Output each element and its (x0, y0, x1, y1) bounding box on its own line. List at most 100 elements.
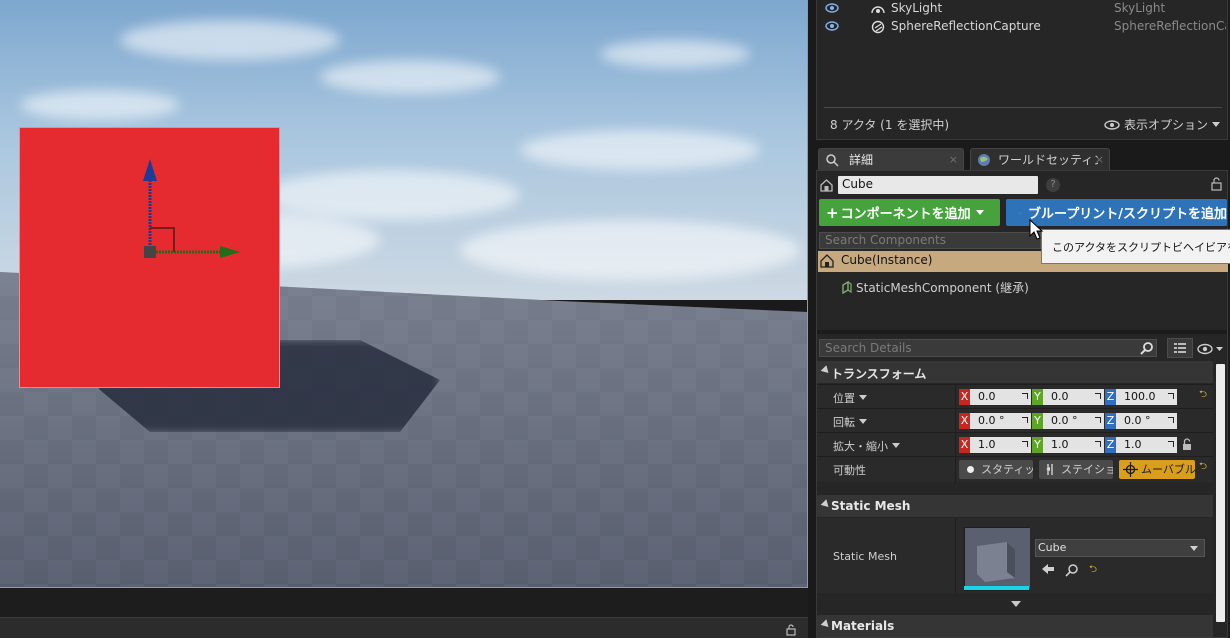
location-x-value[interactable]: 0.0 (970, 389, 1031, 405)
outliner-actor-type: SphereReflectionCapture (1114, 19, 1226, 33)
chevron-down-icon (859, 395, 867, 400)
static-mesh-thumbnail[interactable] (964, 527, 1030, 591)
outliner-actor-type: SkyLight (1114, 1, 1166, 15)
tab-close-icon[interactable]: × (949, 153, 958, 166)
tab-close-icon[interactable]: × (1095, 153, 1104, 166)
asset-tools: ⮌ (1041, 563, 1097, 577)
use-selected-arrow-icon[interactable] (1041, 563, 1055, 575)
rotation-z-field[interactable]: Z 0.0 ° (1105, 413, 1177, 429)
property-matrix-button[interactable] (1167, 338, 1193, 358)
visibility-eye-icon[interactable] (825, 21, 839, 31)
splitter[interactable] (817, 330, 1227, 334)
reset-to-default-icon[interactable]: ⮌ (1199, 390, 1209, 400)
scale-x-field[interactable]: X 1.0 (959, 437, 1031, 453)
translate-gizmo[interactable] (130, 155, 250, 265)
gizmo-center (144, 246, 156, 258)
property-scale: 拡大・縮小 X 1.0 Y 1.0 Z 1.0 (817, 432, 1213, 457)
axis-x-label: X (959, 389, 970, 405)
chevron-down-icon (1212, 121, 1220, 127)
category-static-mesh[interactable]: Static Mesh (817, 495, 1213, 517)
rotation-dropdown[interactable]: 回転 (833, 414, 867, 430)
details-panel: Cube ? + コンポーネントを追加 ブループリント/スクリプトを追加 Sea (816, 170, 1230, 638)
details-scrollbar[interactable] (1216, 364, 1225, 622)
location-x-field[interactable]: X 0.0 (959, 389, 1031, 405)
visibility-eye-icon[interactable] (825, 3, 839, 13)
location-z-value[interactable]: 100.0 (1116, 389, 1177, 405)
help-icon[interactable]: ? (1046, 178, 1060, 192)
reset-to-default-icon[interactable]: ⮌ (1199, 462, 1209, 472)
category-transform[interactable]: トランスフォーム (817, 361, 1213, 383)
rotation-y-field[interactable]: Y 0.0 ° (1032, 413, 1104, 429)
tab-world-settings[interactable]: ワールドセッティング × (970, 148, 1110, 170)
mobility-stationary-button[interactable]: ステイショナリー (1039, 460, 1113, 479)
level-viewport[interactable] (0, 0, 808, 588)
static-icon (967, 466, 974, 473)
plus-icon: + (826, 203, 839, 222)
rotation-x-field[interactable]: X 0.0 ° (959, 413, 1031, 429)
visibility-filter-dropdown[interactable] (1197, 342, 1225, 356)
location-dropdown[interactable]: 位置 (833, 390, 867, 406)
add-component-button[interactable]: + コンポーネントを追加 (819, 199, 1000, 226)
axis-x-label: X (959, 437, 970, 453)
reflection-capture-icon (871, 20, 885, 34)
search-components-input[interactable]: Search Components (819, 232, 1041, 249)
reset-to-default-icon[interactable]: ⮌ (1089, 563, 1097, 577)
location-z-field[interactable]: Z 100.0 (1105, 389, 1177, 405)
add-component-label: コンポーネントを追加 (840, 207, 971, 222)
collapse-arrow-icon (820, 365, 832, 376)
scale-dropdown[interactable]: 拡大・縮小 (833, 438, 900, 454)
scale-x-value[interactable]: 1.0 (970, 437, 1031, 453)
axis-z-label: Z (1105, 389, 1116, 405)
view-options-label: 表示オプション (1123, 118, 1208, 132)
view-options-dropdown[interactable]: 表示オプション (1104, 116, 1220, 133)
property-location: 位置 X 0.0 Y 0.0 Z 100.0 ⮌ (817, 384, 1213, 409)
movable-icon (1123, 462, 1138, 477)
bottom-panel-tabstrip (0, 617, 808, 638)
outliner-footer: 8 アクタ (1 を選択中) 表示オプション (824, 107, 1222, 137)
location-y-value[interactable]: 0.0 (1043, 389, 1104, 405)
search-details-input[interactable]: Search Details (819, 339, 1157, 357)
location-y-field[interactable]: Y 0.0 (1032, 389, 1104, 405)
rotation-z-value[interactable]: 0.0 ° (1116, 413, 1177, 429)
actor-name-input[interactable]: Cube (838, 176, 1038, 194)
static-mesh-label: Static Mesh (833, 550, 897, 563)
mobility-static-button[interactable]: スタティック (959, 460, 1033, 479)
actor-name-row: Cube ? (817, 173, 1227, 197)
mobility-stationary-label: ステイショナリー (1061, 463, 1113, 476)
scale-z-field[interactable]: Z 1.0 (1105, 437, 1177, 453)
details-tabbar: 詳細 × ワールドセッティング × (816, 146, 1228, 170)
chevron-down-icon (859, 419, 867, 424)
lock-icon[interactable] (1211, 177, 1223, 191)
outliner-row[interactable]: SkyLight SkyLight (817, 0, 1227, 18)
browse-search-icon[interactable] (1065, 563, 1079, 577)
lock-scale-icon[interactable] (1182, 438, 1192, 451)
blueprint-script-label: ブループリント/スクリプトを追加 (1028, 207, 1227, 222)
details-search-icon (826, 153, 839, 167)
static-mesh-asset-combo[interactable]: Cube (1035, 539, 1205, 557)
axis-y-label: Y (1032, 413, 1043, 429)
axis-z-label: Z (1105, 437, 1116, 453)
scale-y-value[interactable]: 1.0 (1043, 437, 1104, 453)
component-instance-label: Cube(Instance) (841, 253, 933, 267)
rotation-x-value[interactable]: 0.0 ° (970, 413, 1031, 429)
rotation-label: 回転 (833, 416, 855, 429)
lock-icon[interactable] (786, 624, 798, 636)
static-mesh-component-icon (842, 280, 852, 294)
axis-y-label: Y (1032, 437, 1043, 453)
eye-icon (1104, 119, 1120, 130)
gizmo-x-arrow (220, 246, 240, 258)
search-icon (1140, 342, 1153, 355)
mobility-movable-button[interactable]: ムーバブル (1119, 460, 1195, 479)
scale-y-field[interactable]: Y 1.0 (1032, 437, 1104, 453)
tab-details[interactable]: 詳細 × (818, 148, 964, 170)
axis-z-label: Z (1105, 413, 1116, 429)
category-materials[interactable]: Materials (817, 615, 1213, 637)
outliner-row[interactable]: SphereReflectionCapture SphereReflection… (817, 18, 1227, 36)
tab-world-settings-label: ワールドセッティング (998, 153, 1098, 167)
rotation-y-value[interactable]: 0.0 ° (1043, 413, 1104, 429)
actor-count: 8 アクタ (1 を選択中) (830, 118, 949, 132)
expand-advanced-arrow-icon[interactable] (1011, 601, 1021, 607)
grid-icon (1174, 343, 1186, 353)
scale-z-value[interactable]: 1.0 (1116, 437, 1177, 453)
scale-label: 拡大・縮小 (833, 440, 888, 453)
